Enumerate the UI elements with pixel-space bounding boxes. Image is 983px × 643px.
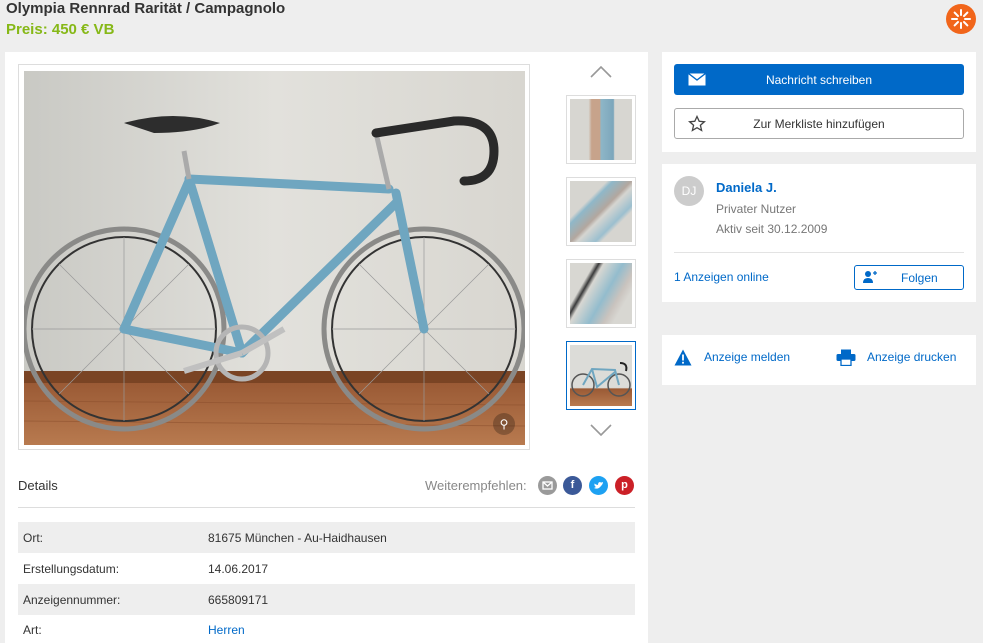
detail-key: Erstellungsdatum: <box>23 562 120 576</box>
details-divider <box>18 507 635 508</box>
thumbnail-3[interactable] <box>566 259 636 328</box>
watchlist-button[interactable]: Zur Merkliste hinzufügen <box>674 108 964 139</box>
bicycle-photo: ⚲ <box>24 71 525 445</box>
avatar: DJ <box>674 176 704 206</box>
detail-key: Ort: <box>23 531 43 545</box>
watchlist-button-label: Zur Merkliste hinzufügen <box>753 117 885 131</box>
facebook-icon[interactable]: f <box>563 476 582 495</box>
message-button[interactable]: Nachricht schreiben <box>674 64 964 95</box>
seller-since: Aktiv seit 30.12.2009 <box>716 222 828 236</box>
detail-row-type: Art: Herren <box>18 614 635 643</box>
detail-key: Anzeigennummer: <box>23 593 121 607</box>
page-title: Olympia Rennrad Rarität / Campagnolo <box>6 0 286 17</box>
pinterest-icon[interactable]: p <box>615 476 634 495</box>
chevron-up-icon[interactable] <box>586 62 616 82</box>
share-label: Weiterempfehlen: <box>425 478 527 493</box>
print-ad-link[interactable]: Anzeige drucken <box>867 350 956 364</box>
chevron-down-icon[interactable] <box>586 420 616 440</box>
message-button-label: Nachricht schreiben <box>765 73 873 87</box>
seller-name[interactable]: Daniela J. <box>716 180 777 195</box>
thumbnail-2[interactable] <box>566 177 636 246</box>
report-ad-link[interactable]: Anzeige melden <box>704 350 790 364</box>
printer-icon <box>836 349 856 369</box>
detail-value: 81675 München - Au-Haidhausen <box>208 531 387 545</box>
follow-button-label: Folgen <box>901 271 938 285</box>
seller-type: Privater Nutzer <box>716 202 797 216</box>
warning-icon <box>674 349 692 369</box>
thumbnail-4-active[interactable] <box>566 341 636 410</box>
online-ads-link[interactable]: 1 Anzeigen online <box>674 270 769 284</box>
seller-divider <box>674 252 964 253</box>
site-logo-icon[interactable] <box>946 4 976 34</box>
zoom-icon[interactable]: ⚲ <box>493 413 515 435</box>
detail-value-link[interactable]: Herren <box>208 623 245 637</box>
thumbnail-1[interactable] <box>566 95 636 164</box>
detail-value: 665809171 <box>208 593 269 607</box>
detail-key: Art: <box>23 623 42 637</box>
detail-row-ad-number: Anzeigennummer: 665809171 <box>18 584 635 615</box>
detail-row-ort: Ort: 81675 München - Au-Haidhausen <box>18 522 635 553</box>
add-user-icon <box>863 270 879 287</box>
follow-button[interactable]: Folgen <box>854 265 964 290</box>
detail-row-date: Erstellungsdatum: 14.06.2017 <box>18 553 635 584</box>
main-image[interactable]: ⚲ <box>18 64 530 450</box>
email-icon[interactable] <box>538 476 557 495</box>
twitter-icon[interactable] <box>589 476 608 495</box>
details-heading: Details <box>18 478 58 493</box>
detail-value: 14.06.2017 <box>208 562 269 576</box>
price-label: Preis: 450 € VB <box>6 21 115 38</box>
